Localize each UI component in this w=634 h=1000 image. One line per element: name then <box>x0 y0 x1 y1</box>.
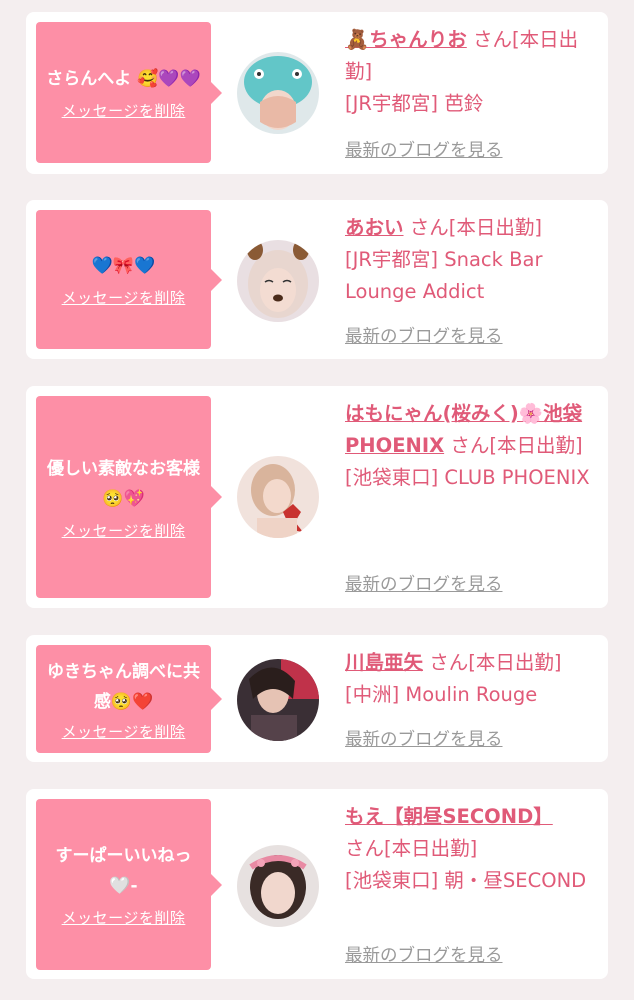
sender-info: はもにゃん(桜みく)🌸池袋PHOENIX さん[本日出勤] [池袋東口] CLU… <box>345 398 595 494</box>
sender-name-link[interactable]: 川島亜矢 <box>345 651 423 674</box>
sender-info: もえ【朝昼SECOND】 さん[本日出勤] [池袋東口] 朝・昼SECOND <box>345 801 595 897</box>
shop-location: [JR宇都宮] 芭鈴 <box>345 92 484 115</box>
message-card: 優しい素敵なお客様🥺💖 メッセージを削除 はもにゃん(桜みく)🌸池袋PHOENI… <box>26 386 608 608</box>
shop-location: [JR宇都宮] Snack Bar Lounge Addict <box>345 248 543 303</box>
message-bubble: さらんへよ 🥰💜💜 メッセージを削除 <box>36 22 222 163</box>
sender-name-link[interactable]: もえ【朝昼SECOND】 <box>345 805 553 828</box>
avatar[interactable] <box>237 240 319 322</box>
sender-honorific: さん <box>472 28 512 51</box>
message-text: さらんへよ 🥰💜💜 <box>46 69 201 89</box>
message-card: すーぱーいいねっ🤍- メッセージを削除 もえ【朝昼SECOND】 さん[本日出勤… <box>26 789 608 979</box>
latest-blog-link[interactable]: 最新のブログを見る <box>345 726 503 751</box>
sender-info: 🧸ちゃんりお さん[本日出勤] [JR宇都宮] 芭鈴 <box>345 24 595 120</box>
delete-message-link[interactable]: メッセージを削除 <box>62 721 186 742</box>
message-card: 💙🎀💙 メッセージを削除 あおい さん[本日出勤] [JR宇都宮] Snack … <box>26 200 608 359</box>
message-card: さらんへよ 🥰💜💜 メッセージを削除 🧸ちゃんりお さん[本日出勤] [JR宇都… <box>26 12 608 174</box>
latest-blog-link[interactable]: 最新のブログを見る <box>345 942 503 967</box>
message-text: 優しい素敵なお客様🥺💖 <box>47 458 200 509</box>
latest-blog-link[interactable]: 最新のブログを見る <box>345 571 503 596</box>
sender-honorific: さん <box>429 651 469 674</box>
message-bubble: 優しい素敵なお客様🥺💖 メッセージを削除 <box>36 396 222 598</box>
work-status: [本日出勤] <box>448 216 542 239</box>
delete-message-link[interactable]: メッセージを削除 <box>62 100 186 121</box>
work-status: [本日出勤] <box>489 434 583 457</box>
message-bubble: ゆきちゃん調べに共感🥺❤️ メッセージを削除 <box>36 645 222 753</box>
shop-location: [池袋東口] CLUB PHOENIX <box>345 466 590 489</box>
message-bubble: すーぱーいいねっ🤍- メッセージを削除 <box>36 799 222 970</box>
delete-message-link[interactable]: メッセージを削除 <box>62 907 186 928</box>
delete-message-link[interactable]: メッセージを削除 <box>62 520 186 541</box>
avatar[interactable] <box>237 456 319 538</box>
message-text: 💙🎀💙 <box>91 256 156 276</box>
message-text: すーぱーいいねっ🤍- <box>55 846 192 896</box>
sender-name-link[interactable]: 🧸ちゃんりお <box>345 28 467 51</box>
latest-blog-link[interactable]: 最新のブログを見る <box>345 323 503 348</box>
latest-blog-link[interactable]: 最新のブログを見る <box>345 137 503 162</box>
message-text: ゆきちゃん調べに共感🥺❤️ <box>47 661 200 712</box>
sender-honorific: さん <box>345 837 385 860</box>
avatar[interactable] <box>237 845 319 927</box>
delete-message-link[interactable]: メッセージを削除 <box>62 287 186 308</box>
avatar[interactable] <box>237 659 319 741</box>
sender-honorific: さん <box>450 434 490 457</box>
shop-location: [中洲] Moulin Rouge <box>345 683 538 706</box>
message-bubble: 💙🎀💙 メッセージを削除 <box>36 210 222 349</box>
message-card: ゆきちゃん調べに共感🥺❤️ メッセージを削除 川島亜矢 さん[本日出勤] [中洲… <box>26 635 608 762</box>
shop-location: [池袋東口] 朝・昼SECOND <box>345 869 587 892</box>
sender-info: 川島亜矢 さん[本日出勤] [中洲] Moulin Rouge <box>345 647 595 711</box>
work-status: [本日出勤] <box>468 651 562 674</box>
avatar[interactable] <box>237 52 319 134</box>
sender-info: あおい さん[本日出勤] [JR宇都宮] Snack Bar Lounge Ad… <box>345 212 595 308</box>
sender-honorific: さん <box>409 216 449 239</box>
sender-name-link[interactable]: あおい <box>345 216 404 239</box>
work-status: [本日出勤] <box>384 837 478 860</box>
